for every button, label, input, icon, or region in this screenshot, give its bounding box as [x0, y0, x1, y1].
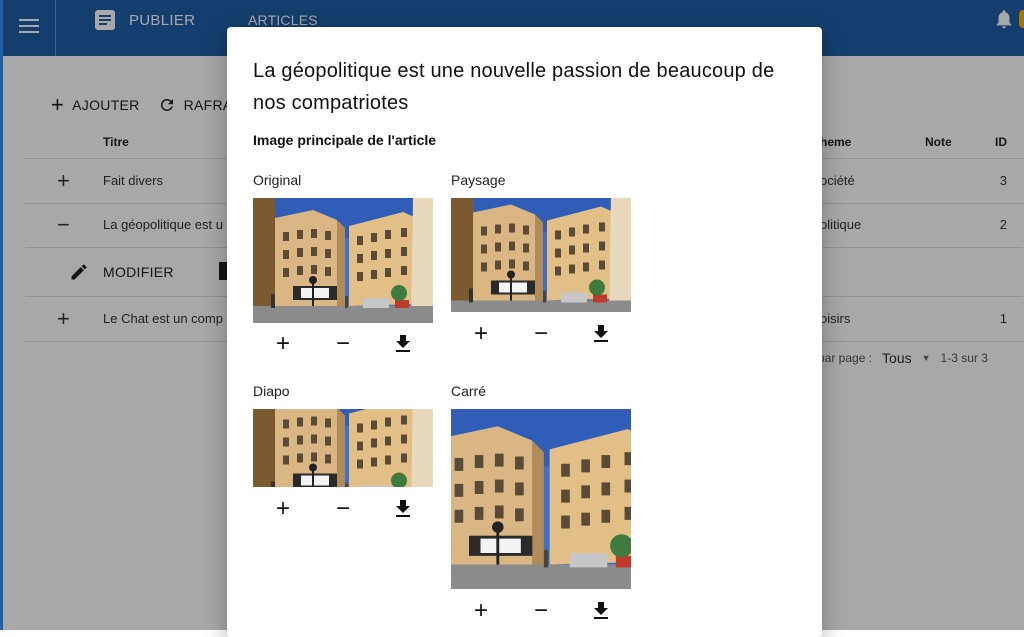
dialog-title: La géopolitique est une nouvelle passion…: [253, 60, 775, 114]
variant-paysage: Paysage + −: [451, 172, 631, 352]
download-icon[interactable]: [589, 599, 613, 623]
variant-actions: + −: [451, 322, 631, 346]
paysage-image[interactable]: [451, 198, 631, 312]
minus-icon[interactable]: −: [331, 497, 355, 521]
variant-label: Diapo: [253, 383, 290, 399]
add-icon[interactable]: +: [469, 322, 493, 346]
original-image[interactable]: [253, 198, 433, 323]
variant-label: Paysage: [451, 172, 506, 188]
variant-label: Carré: [451, 383, 487, 399]
variant-carre: Carré + −: [451, 383, 631, 623]
variant-actions: + −: [451, 599, 631, 623]
minus-icon[interactable]: −: [529, 322, 553, 346]
minus-icon[interactable]: −: [331, 332, 355, 356]
dialog-subtitle: Image principale de l'article: [253, 132, 437, 148]
carre-image[interactable]: [451, 409, 631, 589]
download-icon[interactable]: [391, 332, 415, 356]
variant-diapo: Diapo + −: [253, 383, 433, 523]
add-icon[interactable]: +: [271, 497, 295, 521]
variant-actions: + −: [253, 497, 433, 521]
add-icon[interactable]: +: [469, 599, 493, 623]
image-dialog: La géopolitique est une nouvelle passion…: [227, 27, 822, 637]
download-icon[interactable]: [391, 497, 415, 521]
variant-original: Original + −: [253, 172, 433, 362]
app-root: PUBLIER ARTICLES + AJOUTER RAFRA Titre h…: [0, 0, 1024, 637]
add-icon[interactable]: +: [271, 332, 295, 356]
variant-label: Original: [253, 172, 302, 188]
diapo-image[interactable]: [253, 409, 433, 487]
download-icon[interactable]: [589, 322, 613, 346]
variant-actions: + −: [253, 332, 433, 356]
minus-icon[interactable]: −: [529, 599, 553, 623]
